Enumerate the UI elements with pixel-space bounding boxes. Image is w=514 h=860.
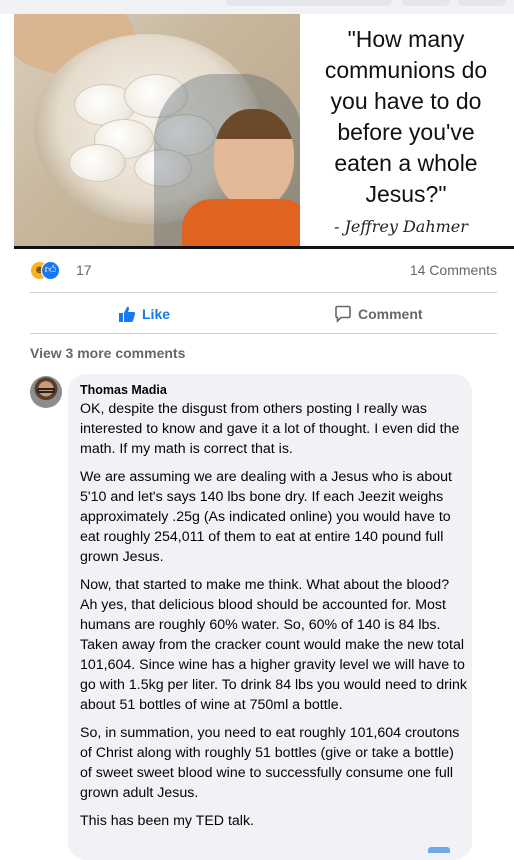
comment-paragraph: This has been my TED talk. (80, 813, 254, 829)
reaction-badge[interactable] (428, 847, 450, 853)
comment-bubble: Thomas Madia OK, despite the disgust fro… (68, 374, 472, 860)
photo-communion-wafers (14, 14, 300, 248)
thumbs-up-icon (119, 306, 136, 322)
portrait-head (214, 109, 294, 209)
quote-text: "How many communions do you have to do b… (324, 26, 488, 207)
glasses (37, 388, 55, 393)
comments-count-link[interactable]: 14 Comments (410, 262, 497, 278)
image-border (14, 246, 514, 249)
portrait-torso (182, 199, 300, 248)
commenter-name[interactable]: Thomas Madia (80, 383, 167, 397)
like-label: Like (142, 306, 171, 322)
divider (30, 333, 497, 334)
post-image[interactable]: "How many communions do you have to do b… (14, 14, 514, 248)
comment-body: OK, despite the disgust from others post… (80, 399, 468, 839)
avatar[interactable] (30, 376, 62, 408)
top-bar-tab[interactable] (402, 0, 450, 6)
divider (30, 292, 497, 293)
view-more-comments-link[interactable]: View 3 more comments (30, 345, 185, 361)
like-icon: 👍︎ (41, 261, 60, 280)
comment-paragraph: OK, despite the disgust from others post… (80, 401, 460, 457)
comment-paragraph: We are assuming we are dealing with a Je… (80, 469, 452, 565)
comment-paragraph: So, in summation, you need to eat roughl… (80, 725, 460, 801)
comment-icon (335, 305, 351, 323)
comment-button[interactable]: Comment (334, 303, 423, 325)
top-bar-tab[interactable] (226, 0, 392, 6)
top-bar-tab[interactable] (458, 0, 506, 6)
quote-author: - Jeffrey Dahmer (334, 217, 468, 236)
like-button[interactable]: Like (118, 303, 170, 325)
comment-label: Comment (358, 306, 423, 322)
comment-paragraph: Now, that started to make me think. What… (80, 577, 467, 713)
top-bar (0, 0, 514, 14)
reaction-count: 17 (76, 262, 92, 278)
